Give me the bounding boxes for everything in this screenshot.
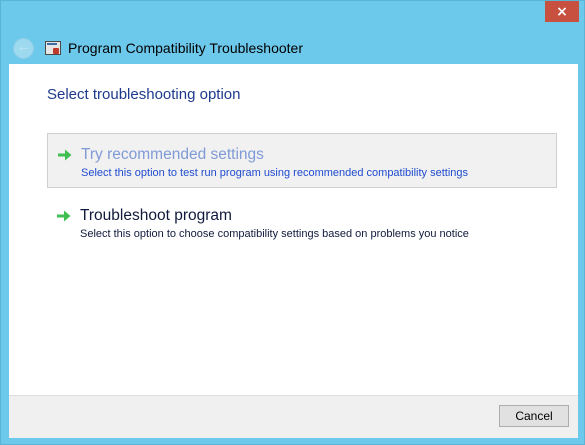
cancel-button[interactable]: Cancel (499, 405, 569, 427)
option-title: Try recommended settings (81, 146, 264, 163)
option-try-recommended-settings[interactable]: Try recommended settings Select this opt… (47, 133, 557, 188)
option-title: Troubleshoot program (80, 207, 232, 224)
dialog-window: × ← Program Compatibility Troubleshooter… (0, 0, 585, 445)
option-description: Select this option to test run program u… (81, 167, 469, 179)
back-button[interactable]: ← (13, 37, 34, 59)
green-arrow-icon (57, 210, 71, 222)
page-heading: Select troubleshooting option (47, 86, 241, 103)
back-arrow-icon: ← (18, 41, 29, 55)
close-icon: × (556, 3, 568, 20)
green-arrow-icon (58, 149, 72, 161)
option-troubleshoot-program[interactable]: Troubleshoot program Select this option … (47, 195, 557, 250)
close-button[interactable]: × (545, 1, 579, 22)
program-compatibility-icon (45, 41, 61, 55)
title-bar: ← Program Compatibility Troubleshooter (9, 33, 578, 63)
option-description: Select this option to choose compatibili… (80, 228, 469, 240)
content-area: Select troubleshooting option Try recomm… (9, 64, 578, 395)
footer-bar: Cancel (9, 395, 578, 438)
window-title: Program Compatibility Troubleshooter (68, 40, 303, 56)
